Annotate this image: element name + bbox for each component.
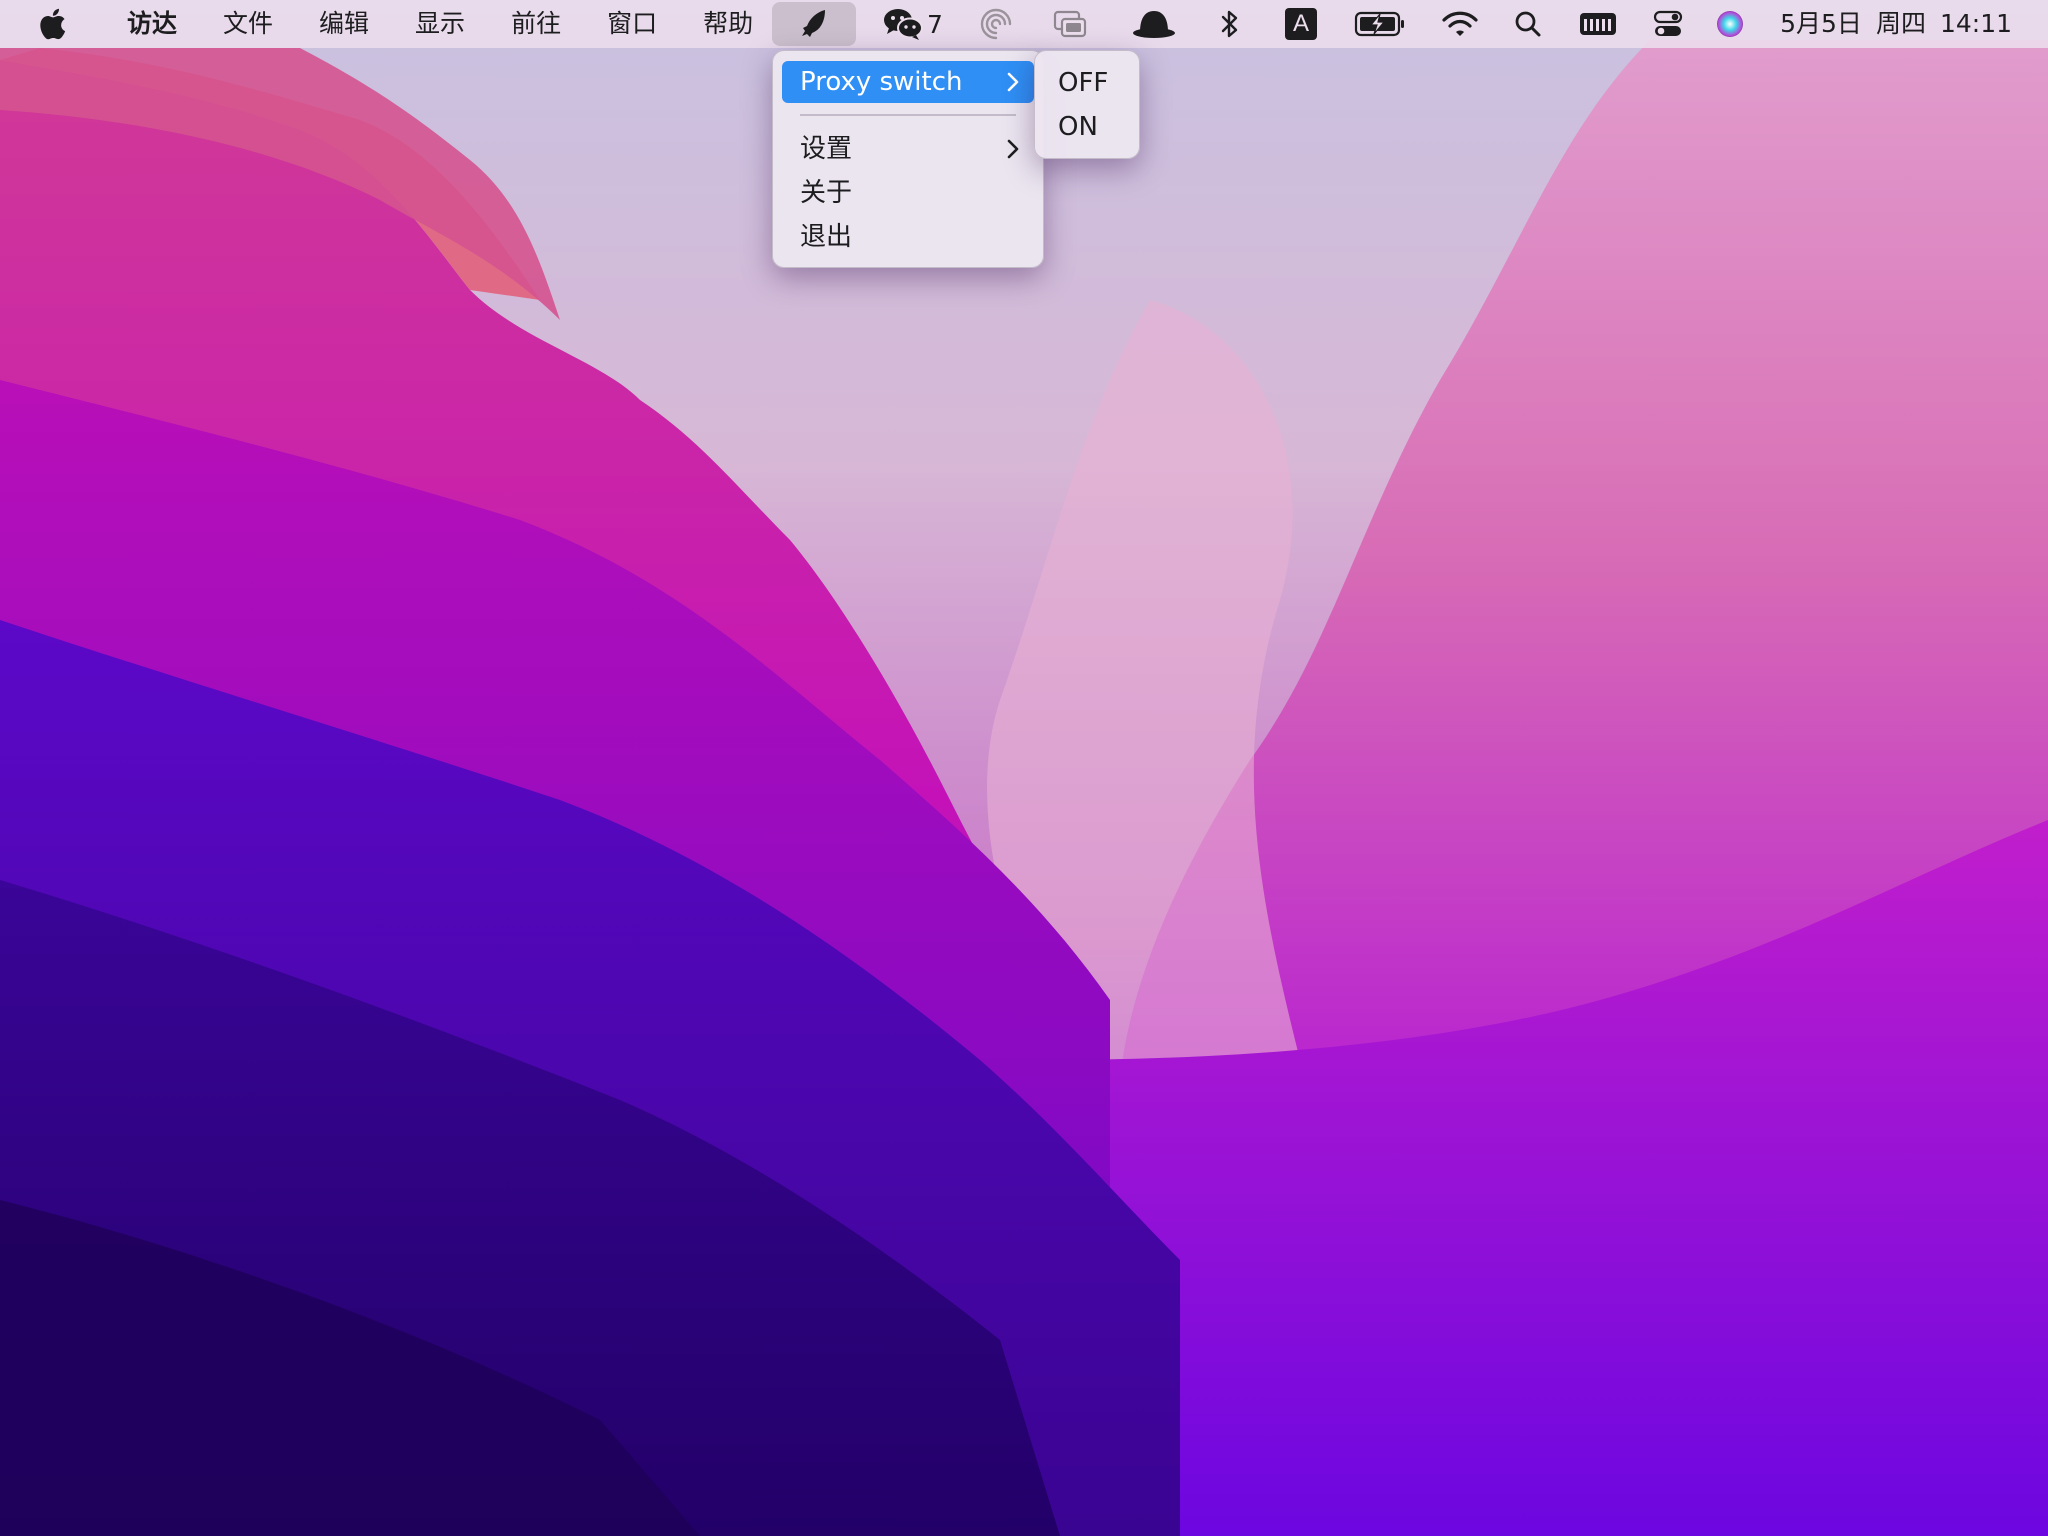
battery-charging-icon[interactable]: [1352, 0, 1408, 48]
menu-go[interactable]: 前往: [488, 0, 584, 48]
bowler-hat-icon[interactable]: [1128, 0, 1180, 48]
menu-help[interactable]: 帮助: [680, 0, 776, 48]
clock-date: 5月5日: [1780, 9, 1862, 38]
menu-item-label: 退出: [800, 222, 853, 252]
menu-item-quit[interactable]: 退出: [782, 216, 1034, 258]
menu-item-label: Proxy switch: [800, 67, 963, 97]
menu-window[interactable]: 窗口: [584, 0, 680, 48]
wifi-icon[interactable]: [1440, 0, 1480, 48]
control-center-icon[interactable]: [1648, 0, 1688, 48]
chevron-right-icon: [1006, 128, 1020, 170]
bluetooth-icon[interactable]: [1210, 0, 1250, 48]
wechat-unread-count: 7: [927, 9, 943, 39]
menu-edit[interactable]: 编辑: [296, 0, 392, 48]
menu-separator: [800, 114, 1016, 116]
submenu-item-off[interactable]: OFF: [1041, 62, 1133, 104]
apple-logo-icon[interactable]: [0, 0, 104, 48]
menu-bar: 访达 文件 编辑 显示 前往 窗口 帮助 7 A 5月5日 周四 14:11: [0, 0, 2048, 48]
proxy-switch-submenu: OFF ON: [1034, 50, 1140, 159]
submenu-item-on[interactable]: ON: [1041, 106, 1133, 148]
input-source-icon[interactable]: A: [1283, 0, 1319, 48]
menubar-clock[interactable]: 5月5日 周四 14:11: [1780, 0, 2012, 48]
siri-icon[interactable]: [1712, 0, 1748, 48]
screen-mirroring-icon[interactable]: [1048, 0, 1092, 48]
menu-file[interactable]: 文件: [200, 0, 296, 48]
menu-item-label: 设置: [800, 134, 853, 164]
keyboard-icon[interactable]: [1576, 0, 1620, 48]
clock-time: 14:11: [1939, 9, 2012, 38]
clock-weekday: 周四: [1875, 9, 1926, 38]
menu-item-proxy-switch[interactable]: Proxy switch: [782, 61, 1034, 103]
proxy-app-menu: Proxy switch 设置 关于 退出: [772, 50, 1044, 268]
menu-view[interactable]: 显示: [392, 0, 488, 48]
menu-item-about[interactable]: 关于: [782, 172, 1034, 214]
search-icon[interactable]: [1508, 0, 1548, 48]
menu-item-label: 关于: [800, 178, 853, 208]
app-name-finder[interactable]: 访达: [104, 0, 200, 48]
rocket-icon[interactable]: [772, 2, 856, 46]
chevron-right-icon: [1006, 61, 1020, 103]
menu-item-settings[interactable]: 设置: [782, 128, 1034, 170]
spiral-icon[interactable]: [974, 0, 1018, 48]
